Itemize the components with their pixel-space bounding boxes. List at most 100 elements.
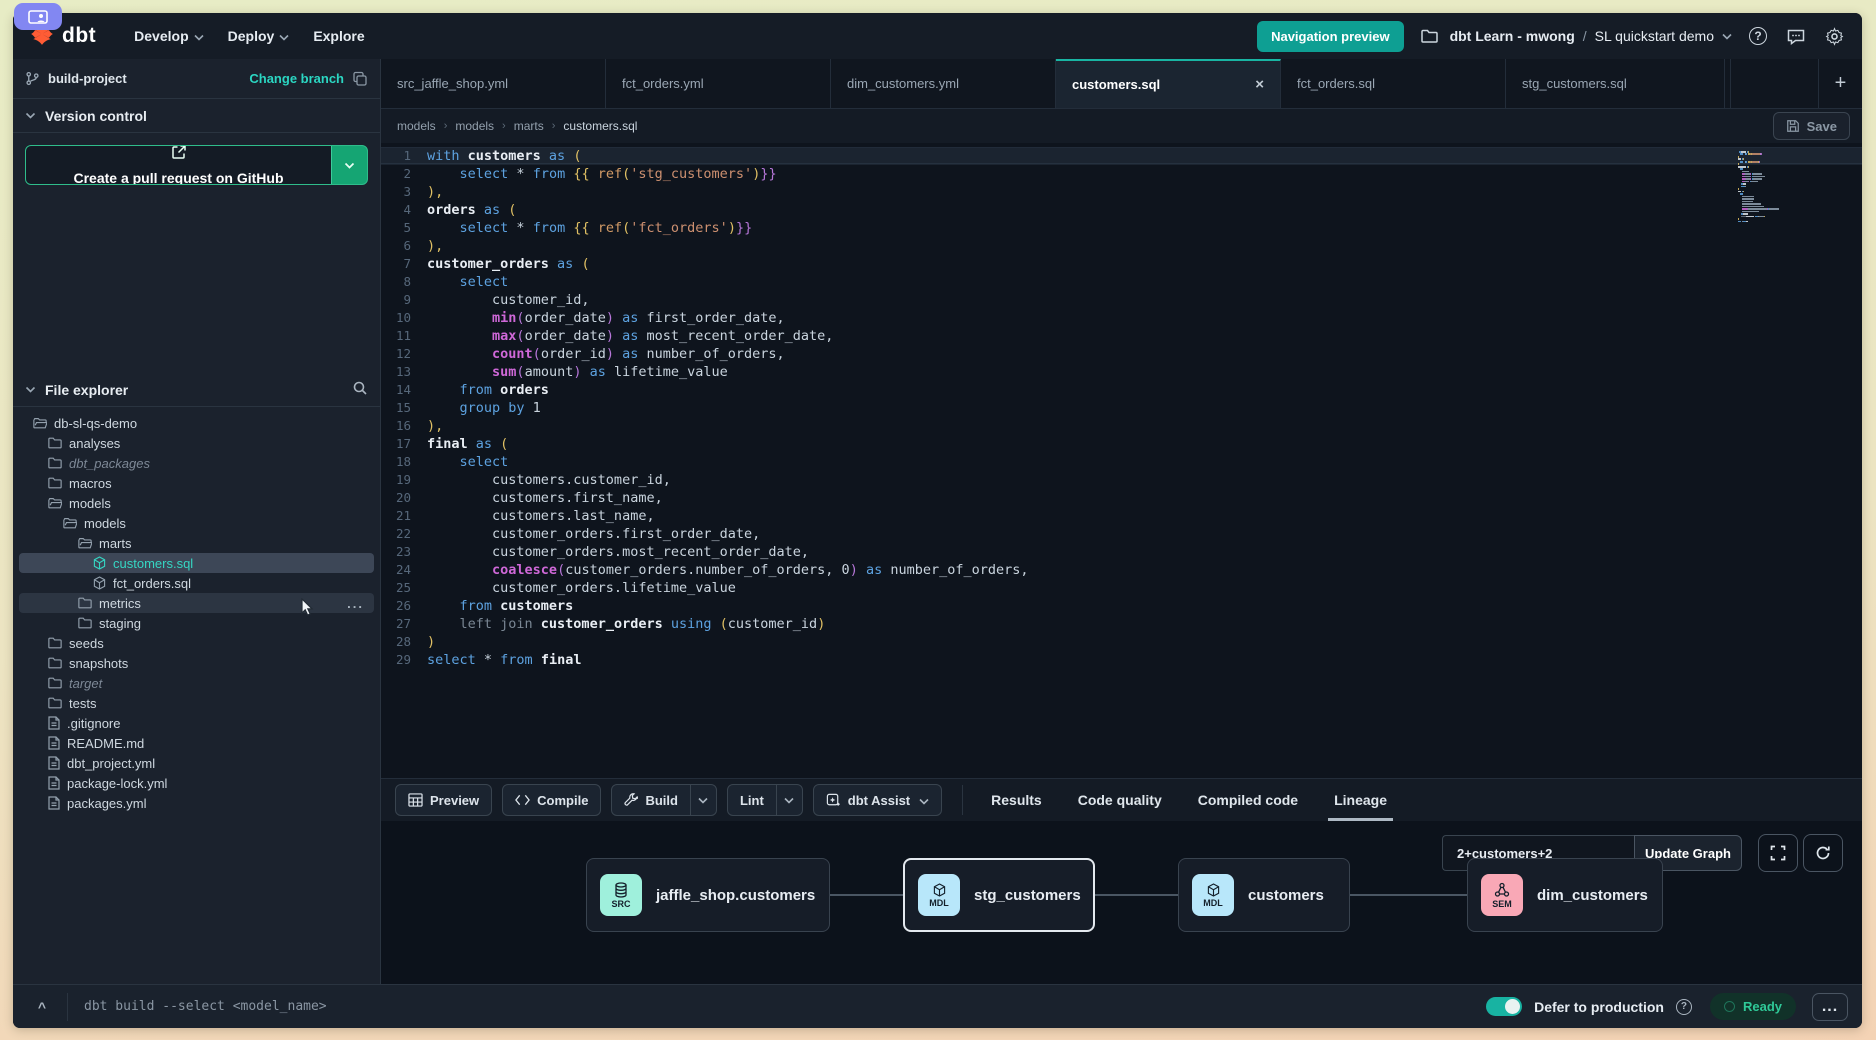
menu-deploy[interactable]: Deploy [216, 20, 302, 52]
code-line-18[interactable]: 18 select [381, 453, 1862, 471]
editor-tab-dim-customers-yml[interactable]: dim_customers.yml [831, 59, 1056, 108]
tree-item-seeds[interactable]: seeds [13, 633, 380, 653]
menu-develop[interactable]: Develop [122, 20, 215, 52]
create-pr-dropdown[interactable] [331, 146, 367, 184]
defer-toggle[interactable] [1486, 997, 1522, 1016]
editor-tab-customers-sql[interactable]: customers.sql× [1056, 59, 1281, 108]
navigation-preview-button[interactable]: Navigation preview [1257, 21, 1403, 52]
code-line-26[interactable]: 26 from customers [381, 597, 1862, 615]
code-line-8[interactable]: 8 select [381, 273, 1862, 291]
code-line-20[interactable]: 20 customers.first_name, [381, 489, 1862, 507]
code-line-22[interactable]: 22 customer_orders.first_order_date, [381, 525, 1862, 543]
expand-command-button[interactable]: ^ [27, 993, 57, 1021]
tree-item-readme-md[interactable]: README.md [13, 733, 380, 753]
feedback-button[interactable] [1784, 24, 1808, 48]
code-line-13[interactable]: 13 sum(amount) as lifetime_value [381, 363, 1862, 381]
code-line-19[interactable]: 19 customers.customer_id, [381, 471, 1862, 489]
editor-tab-fct-orders-sql[interactable]: fct_orders.sql [1281, 59, 1506, 108]
code-line-1[interactable]: 1with customers as ( [381, 147, 1862, 165]
copy-icon[interactable] [352, 71, 368, 87]
code-line-6[interactable]: 6), [381, 237, 1862, 255]
change-branch-link[interactable]: Change branch [249, 71, 344, 86]
split-dropdown[interactable] [776, 785, 802, 815]
dbt-assist-button[interactable]: dbt Assist [813, 784, 942, 816]
code-line-3[interactable]: 3), [381, 183, 1862, 201]
tree-item-staging[interactable]: staging [13, 613, 380, 633]
preview-button[interactable]: Preview [395, 784, 492, 816]
item-menu-button[interactable]: ... [347, 596, 364, 611]
panel-tab-results[interactable]: Results [991, 779, 1042, 821]
tree-item-customers-sql[interactable]: customers.sql [19, 553, 374, 573]
tree-item-packages-yml[interactable]: packages.yml [13, 793, 380, 813]
code-line-12[interactable]: 12 count(order_id) as number_of_orders, [381, 345, 1862, 363]
code-line-15[interactable]: 15 group by 1 [381, 399, 1862, 417]
code-line-7[interactable]: 7customer_orders as ( [381, 255, 1862, 273]
code-line-10[interactable]: 10 min(order_date) as first_order_date, [381, 309, 1862, 327]
tree-item-fct-orders-sql[interactable]: fct_orders.sql [13, 573, 380, 593]
breadcrumb-item[interactable]: marts [514, 119, 544, 133]
compile-button[interactable]: Compile [502, 784, 601, 816]
code-line-23[interactable]: 23 customer_orders.most_recent_order_dat… [381, 543, 1862, 561]
code-editor[interactable]: 1with customers as (2 select * from {{ r… [381, 143, 1862, 778]
split-dropdown[interactable] [690, 785, 716, 815]
tree-item-metrics[interactable]: metrics... [19, 593, 374, 613]
code-line-9[interactable]: 9 customer_id, [381, 291, 1862, 309]
settings-button[interactable] [1822, 24, 1846, 48]
lineage-node-stg-customers[interactable]: MDLstg_customers [903, 858, 1095, 932]
tree-item-package-lock-yml[interactable]: package-lock.yml [13, 773, 380, 793]
tree-item-db-sl-qs-demo[interactable]: db-sl-qs-demo [13, 413, 380, 433]
build-button[interactable]: Build [611, 784, 717, 816]
tree-item-models[interactable]: models [13, 513, 380, 533]
code-line-28[interactable]: 28) [381, 633, 1862, 651]
code-line-4[interactable]: 4orders as ( [381, 201, 1862, 219]
code-line-21[interactable]: 21 customers.last_name, [381, 507, 1862, 525]
defer-help-icon[interactable]: ? [1676, 999, 1692, 1015]
code-line-5[interactable]: 5 select * from {{ ref('fct_orders')}} [381, 219, 1862, 237]
panel-tab-lineage[interactable]: Lineage [1334, 779, 1387, 821]
breadcrumb-item[interactable]: customers.sql [563, 119, 637, 133]
create-pr-button[interactable]: Create a pull request on GitHub [25, 145, 368, 185]
code-line-27[interactable]: 27 left join customer_orders using (cust… [381, 615, 1862, 633]
tree-item-dbt-packages[interactable]: dbt_packages [13, 453, 380, 473]
tree-item-snapshots[interactable]: snapshots [13, 653, 380, 673]
menu-explore[interactable]: Explore [301, 20, 376, 52]
new-tab-button[interactable]: + [1818, 59, 1862, 108]
tree-item-marts[interactable]: marts [13, 533, 380, 553]
lint-button[interactable]: Lint [727, 784, 803, 816]
tree-item-tests[interactable]: tests [13, 693, 380, 713]
panel-tab-compiled-code[interactable]: Compiled code [1198, 779, 1298, 821]
lineage-node-jaffle-shop-customers[interactable]: SRCjaffle_shop.customers [586, 858, 830, 932]
code-line-11[interactable]: 11 max(order_date) as most_recent_order_… [381, 327, 1862, 345]
breadcrumb-item[interactable]: models [455, 119, 494, 133]
breadcrumb-item[interactable]: models [397, 119, 436, 133]
account-breadcrumb[interactable]: dbt Learn - mwong / SL quickstart demo [1418, 24, 1732, 48]
tree-item-target[interactable]: target [13, 673, 380, 693]
command-input[interactable]: dbt build --select <model_name> [84, 999, 327, 1014]
tree-item-macros[interactable]: macros [13, 473, 380, 493]
save-button[interactable]: Save [1773, 112, 1850, 140]
version-control-header[interactable]: Version control [13, 99, 380, 133]
tree-item-dbt-project-yml[interactable]: dbt_project.yml [13, 753, 380, 773]
editor-tab-fct-orders-yml[interactable]: fct_orders.yml [606, 59, 831, 108]
code-line-16[interactable]: 16), [381, 417, 1862, 435]
file-search-button[interactable] [352, 380, 368, 399]
file-explorer-header[interactable]: File explorer [13, 373, 380, 407]
fullscreen-button[interactable] [1758, 834, 1798, 872]
tree-item-models[interactable]: models [13, 493, 380, 513]
code-line-24[interactable]: 24 coalesce(customer_orders.number_of_or… [381, 561, 1862, 579]
tree-item--gitignore[interactable]: .gitignore [13, 713, 380, 733]
code-line-14[interactable]: 14 from orders [381, 381, 1862, 399]
code-line-25[interactable]: 25 customer_orders.lifetime_value [381, 579, 1862, 597]
editor-tab-src-jaffle-shop-yml[interactable]: src_jaffle_shop.yml [381, 59, 606, 108]
code-line-2[interactable]: 2 select * from {{ ref('stg_customers')}… [381, 165, 1862, 183]
code-line-17[interactable]: 17final as ( [381, 435, 1862, 453]
editor-tab-stg-customers-sql[interactable]: stg_customers.sql [1506, 59, 1731, 108]
tree-item-analyses[interactable]: analyses [13, 433, 380, 453]
editor-minimap[interactable] [1738, 151, 1796, 223]
lineage-node-dim-customers[interactable]: SEMdim_customers [1467, 858, 1663, 932]
refresh-button[interactable] [1803, 834, 1843, 872]
help-button[interactable]: ? [1746, 24, 1770, 48]
panel-tab-code-quality[interactable]: Code quality [1078, 779, 1162, 821]
close-tab-icon[interactable]: × [1255, 76, 1264, 93]
lineage-node-customers[interactable]: MDLcustomers [1178, 858, 1350, 932]
